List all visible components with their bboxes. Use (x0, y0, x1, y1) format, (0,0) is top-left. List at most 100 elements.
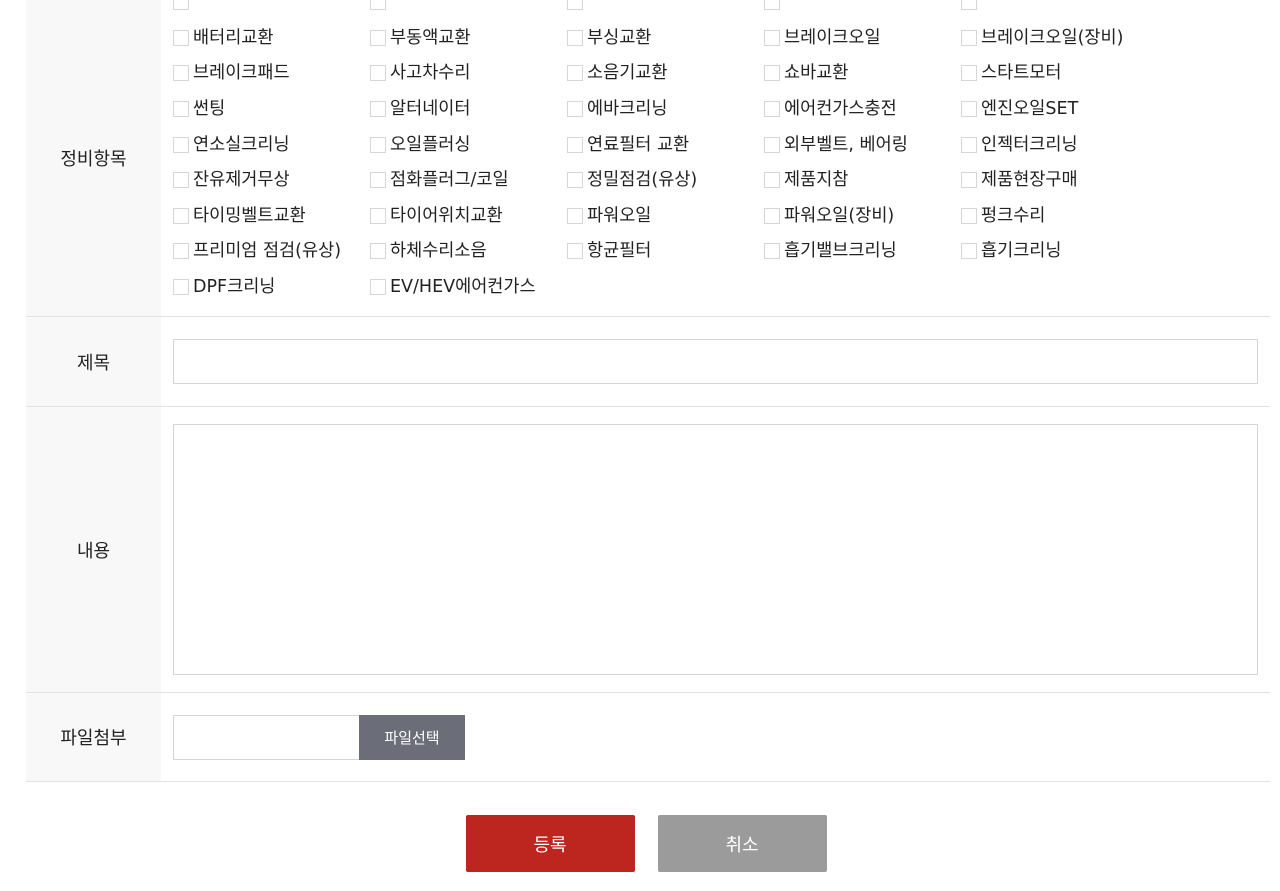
checkbox[interactable] (370, 29, 386, 46)
service-checkbox-item[interactable] (370, 0, 567, 19)
checkbox[interactable] (370, 101, 386, 118)
content-textarea[interactable] (173, 424, 1258, 675)
content-row: 내용 (26, 407, 1270, 693)
checkbox[interactable] (567, 243, 583, 260)
service-checkbox-item[interactable]: 부싱교환 (567, 19, 764, 55)
service-checkbox-item[interactable]: 스타트모터 (961, 54, 1158, 90)
checkbox[interactable] (370, 207, 386, 224)
service-label: 외부벨트, 베어링 (784, 134, 908, 155)
file-row: 파일첨부 파일선택 (26, 693, 1270, 782)
service-checkbox-item[interactable]: 타이밍벨트교환 (173, 197, 370, 233)
service-checkbox-item[interactable] (961, 0, 1158, 19)
service-checkbox-item[interactable]: 브레이크패드 (173, 54, 370, 90)
checkbox[interactable] (567, 65, 583, 82)
checkbox[interactable] (764, 29, 780, 46)
service-label: 스타트모터 (981, 63, 1062, 84)
service-checkbox-item[interactable] (567, 0, 764, 19)
checkbox[interactable] (961, 0, 977, 11)
submit-button[interactable]: 등록 (465, 815, 635, 872)
service-checkbox-item[interactable]: 제품현장구매 (961, 161, 1158, 197)
service-checkbox-item[interactable]: 인젝터크리닝 (961, 125, 1158, 161)
checkbox[interactable] (764, 136, 780, 153)
checkbox[interactable] (961, 29, 977, 46)
service-checkbox-item[interactable]: 잔유제거무상 (173, 161, 370, 197)
checkbox[interactable] (764, 0, 780, 11)
checkbox[interactable] (961, 207, 977, 224)
service-checkbox-item[interactable]: 알터네이터 (370, 90, 567, 126)
service-checkbox-item[interactable]: 브레이크오일(장비) (961, 19, 1158, 55)
service-checkbox-item[interactable]: 에바크리닝 (567, 90, 764, 126)
checkbox[interactable] (567, 136, 583, 153)
service-checkbox-item[interactable]: 정밀점검(유상) (567, 161, 764, 197)
checkbox[interactable] (764, 172, 780, 189)
service-checkbox-item[interactable]: 오일플러싱 (370, 125, 567, 161)
checkbox[interactable] (370, 172, 386, 189)
service-checkbox-item[interactable]: 엔진오일SET (961, 90, 1158, 126)
checkbox[interactable] (173, 172, 189, 189)
title-input[interactable] (173, 339, 1258, 384)
service-checkbox-item[interactable]: 항균필터 (567, 232, 764, 268)
service-checkbox-item[interactable]: 프리미엄 점검(유상) (173, 232, 370, 268)
checkbox[interactable] (173, 279, 189, 296)
service-label: 펑크수리 (981, 205, 1046, 226)
service-checkbox-item[interactable]: 파워오일(장비) (764, 197, 961, 233)
checkbox[interactable] (961, 243, 977, 260)
cancel-button[interactable]: 취소 (657, 815, 827, 872)
service-label: 부싱교환 (587, 27, 652, 48)
service-checkbox-item[interactable]: 연소실크리닝 (173, 125, 370, 161)
checkbox[interactable] (370, 243, 386, 260)
service-checkbox-item[interactable]: 썬팅 (173, 90, 370, 126)
checkbox[interactable] (173, 29, 189, 46)
service-checkbox-item[interactable]: 에어컨가스충전 (764, 90, 961, 126)
service-checkbox-item[interactable]: 흡기밸브크리닝 (764, 232, 961, 268)
checkbox[interactable] (173, 0, 189, 11)
checkbox[interactable] (370, 65, 386, 82)
checkbox[interactable] (173, 243, 189, 260)
checkbox[interactable] (567, 29, 583, 46)
service-checkbox-item[interactable]: 제품지참 (764, 161, 961, 197)
checkbox[interactable] (567, 101, 583, 118)
checkbox[interactable] (370, 136, 386, 153)
checkbox[interactable] (370, 279, 386, 296)
checkbox[interactable] (764, 207, 780, 224)
checkbox[interactable] (764, 101, 780, 118)
service-label: 에바크리닝 (587, 99, 668, 120)
checkbox[interactable] (567, 207, 583, 224)
service-checkbox-item[interactable]: 타이어위치교환 (370, 197, 567, 233)
checkbox[interactable] (173, 136, 189, 153)
service-checkbox-item[interactable]: 흡기크리닝 (961, 232, 1158, 268)
service-checkbox-item[interactable]: 부동액교환 (370, 19, 567, 55)
checkbox[interactable] (961, 136, 977, 153)
service-checkbox-item[interactable]: 사고차수리 (370, 54, 567, 90)
service-checkbox-item[interactable]: 소음기교환 (567, 54, 764, 90)
service-checkbox-item[interactable]: 연료필터 교환 (567, 125, 764, 161)
service-checkbox-item[interactable]: 점화플러그/코일 (370, 161, 567, 197)
file-select-button[interactable]: 파일선택 (359, 714, 465, 760)
repair-request-form: 정비항목 배터리교환 부동액교환 부싱교환 브레이크오일 브레이크오일(장비) 브레이크패… (26, 0, 1270, 782)
checkbox[interactable] (764, 243, 780, 260)
checkbox[interactable] (567, 0, 583, 11)
service-checkbox-item[interactable]: 하체수리소음 (370, 232, 567, 268)
service-checkbox-item[interactable]: DPF크리닝 (173, 268, 370, 304)
service-checkbox-item[interactable]: 배터리교환 (173, 19, 370, 55)
checkbox[interactable] (961, 101, 977, 118)
service-checkbox-item[interactable]: 외부벨트, 베어링 (764, 125, 961, 161)
service-checkbox-item[interactable]: EV/HEV에어컨가스 (370, 268, 567, 304)
checkbox[interactable] (961, 65, 977, 82)
service-checkbox-item[interactable] (764, 0, 961, 19)
checkbox[interactable] (370, 0, 386, 11)
checkbox[interactable] (961, 172, 977, 189)
checkbox[interactable] (173, 65, 189, 82)
service-label: 점화플러그/코일 (390, 170, 509, 191)
service-label: 연료필터 교환 (587, 134, 690, 155)
checkbox[interactable] (764, 65, 780, 82)
file-name-field[interactable] (173, 714, 359, 760)
service-checkbox-item[interactable]: 브레이크오일 (764, 19, 961, 55)
service-checkbox-item[interactable] (173, 0, 370, 19)
service-checkbox-item[interactable]: 쇼바교환 (764, 54, 961, 90)
service-checkbox-item[interactable]: 파워오일 (567, 197, 764, 233)
checkbox[interactable] (173, 207, 189, 224)
checkbox[interactable] (173, 101, 189, 118)
service-checkbox-item[interactable]: 펑크수리 (961, 197, 1158, 233)
checkbox[interactable] (567, 172, 583, 189)
